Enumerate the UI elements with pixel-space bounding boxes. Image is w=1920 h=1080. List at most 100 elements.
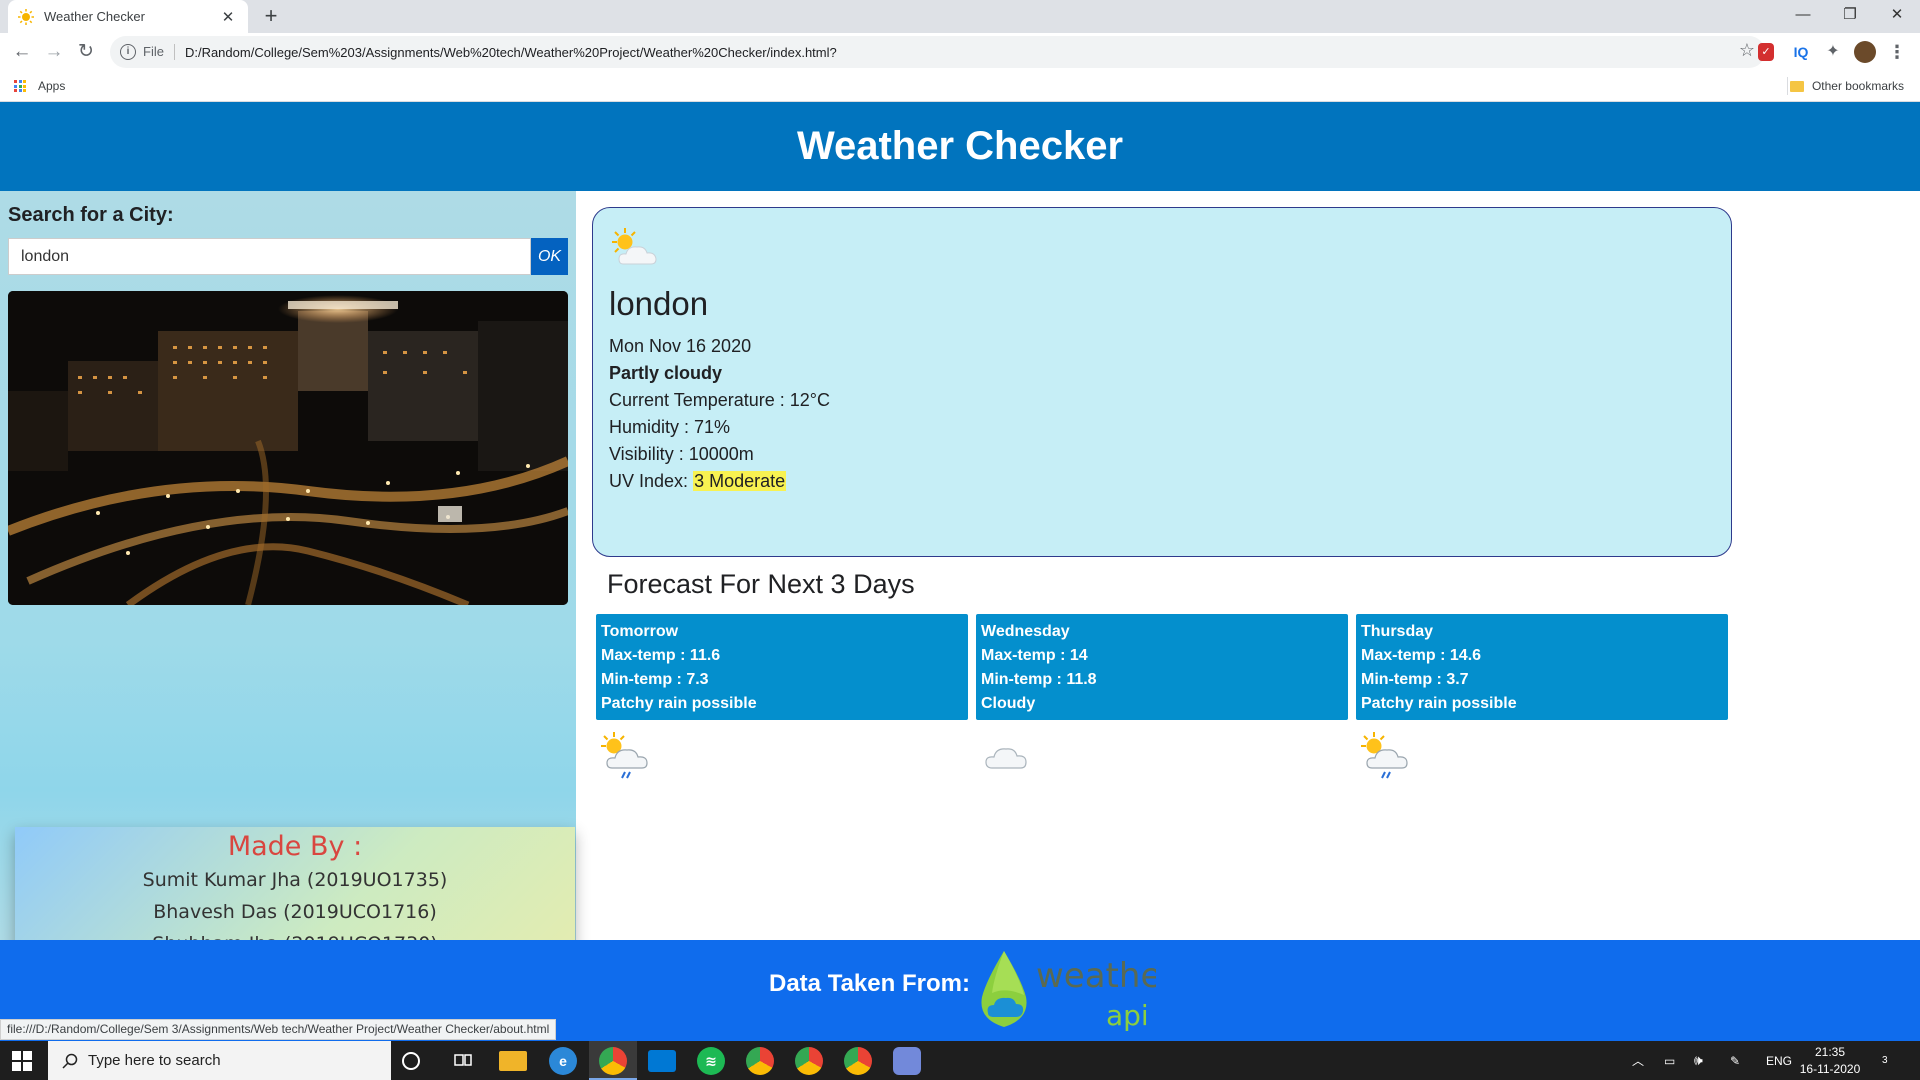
pen-icon[interactable]: ✎: [1730, 1041, 1740, 1080]
taskbar-search-placeholder: Type here to search: [88, 1052, 221, 1069]
search-panel: Search for a City: OK: [0, 191, 576, 957]
site-title: Weather Checker: [796, 124, 1124, 168]
footer-text: Data Taken From:: [769, 970, 970, 997]
credits-name: Sumit Kumar Jha (2019UO1735): [142, 869, 448, 891]
tray-chevron-icon[interactable]: ︿: [1632, 1041, 1644, 1080]
status-bar-url: file:///D:/Random/College/Sem 3/Assignme…: [0, 1019, 557, 1040]
spotify-icon[interactable]: ≋: [697, 1047, 725, 1075]
forecast-min-temp: Min-temp : 11.8: [981, 671, 1097, 688]
tab-title: Weather Checker: [44, 9, 145, 24]
forecast-condition: Patchy rain possible: [601, 695, 757, 712]
browser-menu-icon[interactable]: ⋮: [1886, 41, 1908, 63]
weatherapi-logo[interactable]: weather api: [976, 947, 1156, 1037]
uv-index: UV Index: 3 Moderate: [609, 468, 1731, 495]
windows-start-icon[interactable]: [12, 1051, 32, 1071]
reload-button[interactable]: ↻: [72, 38, 100, 66]
current-temperature: Current Temperature : 12°C: [609, 390, 830, 410]
other-bookmarks[interactable]: Other bookmarks: [1789, 79, 1904, 93]
clock-time: 21:35: [1814, 1045, 1846, 1059]
tab-close-icon[interactable]: ✕: [218, 8, 238, 26]
store-icon[interactable]: [648, 1050, 676, 1072]
search-label: Search for a City:: [8, 204, 174, 226]
edge-icon[interactable]: e: [549, 1047, 577, 1075]
forecast-card: Thursday Max-temp : 14.6 Min-temp : 3.7 …: [1356, 614, 1728, 720]
windows-taskbar: Type here to search e ≋ ︿ ▭ 🕪 ✎ ENG 21:3…: [0, 1041, 1920, 1080]
uv-index-label: UV Index:: [609, 471, 689, 491]
restore-button[interactable]: ❐: [1827, 0, 1873, 33]
page-content: Weather Checker Search for a City: OK: [0, 102, 1920, 1041]
url-text[interactable]: D:/Random/College/Sem%203/Assignments/We…: [185, 45, 837, 60]
back-button[interactable]: ←: [8, 38, 36, 66]
task-view-icon[interactable]: [453, 1051, 473, 1071]
notifications-icon[interactable]: 3: [1880, 1041, 1888, 1080]
forecast-condition: Patchy rain possible: [1361, 695, 1517, 712]
current-weather-card: london Mon Nov 16 2020 Partly cloudy Cur…: [592, 207, 1732, 557]
taskbar-clock[interactable]: 21:35 16-11-2020: [1795, 1044, 1865, 1078]
forecast-day: Tomorrow: [601, 623, 679, 640]
ok-button[interactable]: OK: [531, 238, 568, 275]
forecast-card: Tomorrow Max-temp : 11.6 Min-temp : 7.3 …: [596, 614, 968, 720]
logo-word-weather: weather: [1036, 956, 1156, 996]
browser-toolbar: ← → ↻ i File D:/Random/College/Sem%203/A…: [0, 33, 1920, 71]
chrome-icon[interactable]: [599, 1047, 627, 1075]
cortana-icon[interactable]: [402, 1052, 420, 1070]
patchy-rain-icon: [1361, 732, 1408, 779]
address-bar[interactable]: i File D:/Random/College/Sem%203/Assignm…: [110, 36, 1765, 68]
file-label: File: [143, 44, 175, 60]
chrome-icon[interactable]: [795, 1047, 823, 1075]
bookmark-apps[interactable]: Apps: [38, 79, 65, 93]
discord-icon[interactable]: [893, 1047, 921, 1075]
other-bookmarks-label: Other bookmarks: [1811, 79, 1904, 93]
humidity: Humidity : 71%: [609, 417, 731, 437]
forecast-max-temp: Max-temp : 14.6: [1361, 647, 1482, 664]
puzzle-extension-icon[interactable]: ✦: [1822, 41, 1844, 63]
visibility: Visibility : 10000m: [609, 444, 754, 464]
cloud-icon: [985, 748, 1027, 769]
weather-date: Mon Nov 16 2020: [609, 336, 752, 356]
apps-grid-icon[interactable]: [14, 80, 26, 92]
patchy-rain-icon: [601, 732, 648, 779]
folder-icon: [1789, 80, 1804, 92]
credits-title: Made By :: [227, 831, 363, 862]
forecast-card: Wednesday Max-temp : 14 Min-temp : 11.8 …: [976, 614, 1348, 720]
iq-extension-icon[interactable]: IQ: [1790, 41, 1812, 63]
weather-condition: Partly cloudy: [609, 363, 723, 383]
chrome-icon[interactable]: [844, 1047, 872, 1075]
forecast-title: Forecast For Next 3 Days: [607, 569, 915, 599]
logo-word-api: api: [1106, 999, 1149, 1032]
forecast-day: Thursday: [1361, 623, 1434, 640]
browser-tab[interactable]: Weather Checker ✕: [8, 0, 248, 33]
language-indicator[interactable]: ENG: [1766, 1041, 1792, 1080]
profile-avatar[interactable]: [1854, 41, 1876, 63]
forecast-max-temp: Max-temp : 14: [981, 647, 1088, 664]
forecast-day: Wednesday: [981, 623, 1070, 640]
file-explorer-icon[interactable]: [499, 1051, 527, 1071]
new-tab-button[interactable]: +: [258, 4, 284, 30]
shield-extension-icon[interactable]: ✓: [1758, 43, 1774, 61]
city-search-input[interactable]: [8, 238, 531, 275]
forward-button[interactable]: →: [40, 38, 68, 66]
forecast-min-temp: Min-temp : 7.3: [601, 671, 709, 688]
credits-box: Made By : Sumit Kumar Jha (2019UO1735) B…: [15, 827, 575, 957]
site-header: Weather Checker: [0, 102, 1920, 191]
credits-name: Bhavesh Das (2019UCO1716): [153, 901, 437, 923]
taskbar-search[interactable]: Type here to search: [48, 1041, 391, 1080]
close-window-button[interactable]: ✕: [1874, 0, 1920, 33]
bookmark-star-icon[interactable]: ☆: [1739, 40, 1755, 61]
uv-index-value: 3 Moderate: [693, 471, 787, 491]
volume-icon[interactable]: 🕪: [1694, 1041, 1703, 1080]
search-icon: [62, 1053, 78, 1069]
city-night-photo: [8, 291, 568, 605]
chrome-icon[interactable]: [746, 1047, 774, 1075]
forecast-max-temp: Max-temp : 11.6: [601, 647, 721, 664]
city-name: london: [609, 285, 709, 322]
clock-date: 16-11-2020: [1799, 1062, 1861, 1076]
partly-cloudy-icon: [612, 228, 657, 265]
notification-count: 3: [1882, 1055, 1888, 1066]
minimize-button[interactable]: —: [1780, 0, 1826, 33]
battery-icon[interactable]: ▭: [1664, 1041, 1675, 1080]
forecast-min-temp: Min-temp : 3.7: [1361, 671, 1469, 688]
sun-icon: [18, 8, 34, 25]
info-icon[interactable]: i: [120, 44, 136, 60]
forecast-condition: Cloudy: [981, 695, 1036, 712]
